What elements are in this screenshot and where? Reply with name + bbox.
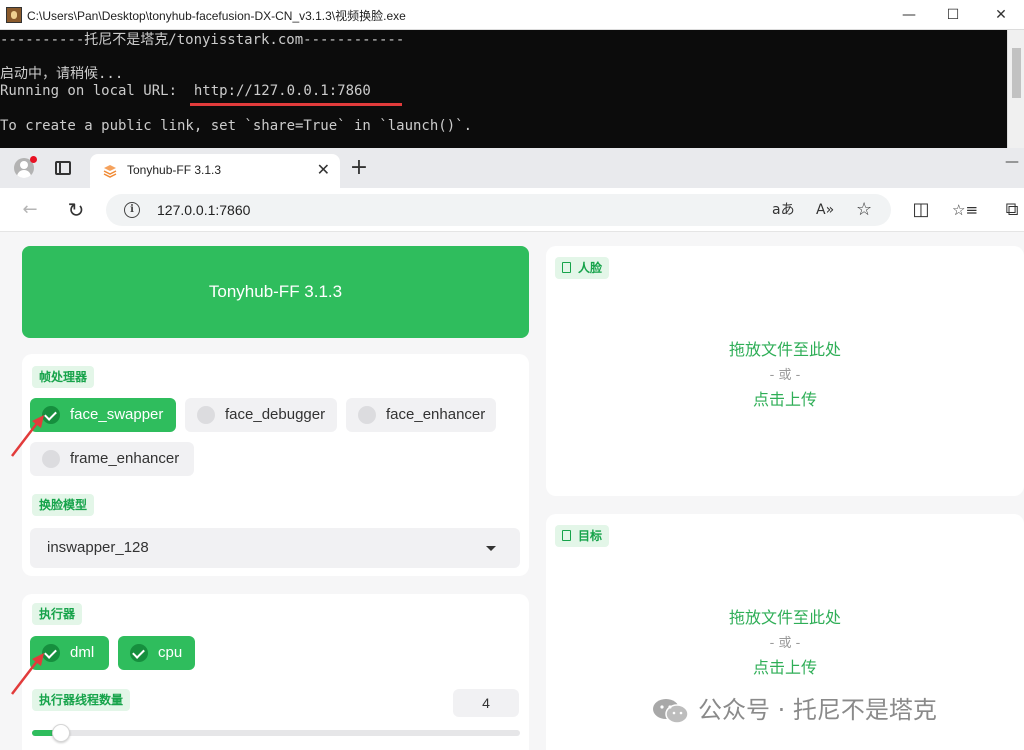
slider-thumb[interactable] [52,724,70,742]
console-line: 启动中，请稍候... [0,66,124,82]
console-window-title: C:\Users\Pan\Desktop\tonyhub-facefusion-… [27,9,406,23]
thread-count-slider[interactable] [32,724,520,742]
back-arrow-icon[interactable]: ← [18,198,42,222]
source-panel-label: 人脸 [555,257,610,279]
chip-cpu[interactable]: cpu [118,636,195,670]
chip-frame-enhancer[interactable]: frame_enhancer [30,442,194,476]
wechat-logo-icon [653,699,689,724]
or-text: - 或 - [769,636,801,651]
chip-label: face_swapper [70,406,164,423]
execution-card [22,594,529,750]
app-header: Tonyhub-FF 3.1.3 [22,246,529,338]
source-panel-label-text: 人脸 [578,261,603,275]
gradio-favicon-icon [103,165,117,178]
refresh-icon[interactable]: ↻ [64,198,88,222]
minimize-button[interactable]: — [886,0,932,30]
browser-tab-bar: Tonyhub-FF 3.1.3 ✕ + — [0,148,1024,188]
thread-count-input[interactable]: 4 [453,689,519,717]
split-screen-icon[interactable]: ◫ [909,198,933,222]
new-tab-button[interactable]: + [347,156,371,180]
source-face-dropzone[interactable]: 人脸 拖放文件至此处 - 或 - 点击上传 [546,246,1024,496]
chip-label: face_enhancer [386,406,486,423]
checkbox-checked-icon [130,644,148,662]
face-swapper-model-label: 换脸模型 [32,494,95,516]
file-icon [562,530,571,541]
console-line-url: Running on local URL: http://127.0.0.1:7… [0,83,371,99]
frame-processors-label: 帧处理器 [32,366,95,388]
chip-face-debugger[interactable]: face_debugger [185,398,337,432]
maximize-button[interactable]: ☐ [930,0,976,30]
file-icon [562,262,571,273]
url-highlight-underline [190,103,402,106]
tab-close-icon[interactable]: ✕ [317,160,330,180]
target-panel-label: 目标 [555,525,610,547]
click-upload-link[interactable]: 点击上传 [546,386,1024,410]
console-line: ----------托尼不是塔克/tonyisstark.com--------… [0,32,405,48]
browser-minimize-icon[interactable]: — [1005,154,1019,170]
close-button[interactable]: ✕ [978,0,1024,30]
profile-status-dot [30,156,37,163]
red-annotation-arrow-icon [11,415,44,457]
favorite-star-icon[interactable]: ☆ [856,199,872,221]
checkbox-unchecked-icon [358,406,376,424]
tab-tonyhub[interactable]: Tonyhub-FF 3.1.3 ✕ [90,154,340,188]
read-aloud-icon[interactable]: A» [816,199,834,221]
favorites-icon[interactable]: ☆≡ [952,198,978,222]
red-annotation-arrow-icon [11,653,44,695]
chip-label: cpu [158,644,183,661]
click-upload-link[interactable]: 点击上传 [546,654,1024,678]
console-line: To create a public link, set `share=True… [0,118,473,134]
app-title: Tonyhub-FF 3.1.3 [208,282,343,301]
chip-face-swapper[interactable]: face_swapper [30,398,176,432]
checkbox-unchecked-icon [197,406,215,424]
dropdown-value: inswapper_128 [47,539,149,556]
chip-label: dml [70,644,95,661]
drop-file-text: 拖放文件至此处 [728,608,841,627]
console-output: ----------托尼不是塔克/tonyisstark.com--------… [0,30,1024,148]
execution-providers-label: 执行器 [32,603,83,625]
face-swapper-model-dropdown[interactable]: inswapper_128 [30,528,520,568]
translate-icon[interactable]: aあ [772,199,795,221]
console-app-icon [6,7,22,23]
dropdown-arrow-icon [486,546,496,551]
tab-title: Tonyhub-FF 3.1.3 [127,163,222,177]
app-page: Tonyhub-FF 3.1.3 帧处理器 face_swapper face_… [0,232,1024,750]
chip-label: face_debugger [225,406,326,423]
chip-face-enhancer[interactable]: face_enhancer [346,398,496,432]
target-panel-label-text: 目标 [578,529,603,543]
collections-icon[interactable]: ⧉ [1000,198,1024,222]
console-scrollbar[interactable] [1007,30,1024,148]
or-text: - 或 - [769,368,801,383]
console-titlebar: C:\Users\Pan\Desktop\tonyhub-facefusion-… [0,0,1024,30]
browser-toolbar: ← ↻ i 127.0.0.1:7860 aあ A» ☆ ◫ ☆≡ ⧉ [0,188,1024,232]
chip-label: frame_enhancer [70,450,180,467]
drop-file-text: 拖放文件至此处 [728,340,841,359]
info-icon[interactable]: i [124,202,140,218]
address-bar[interactable]: i 127.0.0.1:7860 aあ A» ☆ [106,194,891,226]
watermark-text: 公众号 · 托尼不是塔克 [698,696,937,724]
tab-actions-icon[interactable] [55,161,71,175]
address-url[interactable]: 127.0.0.1:7860 [157,202,250,218]
